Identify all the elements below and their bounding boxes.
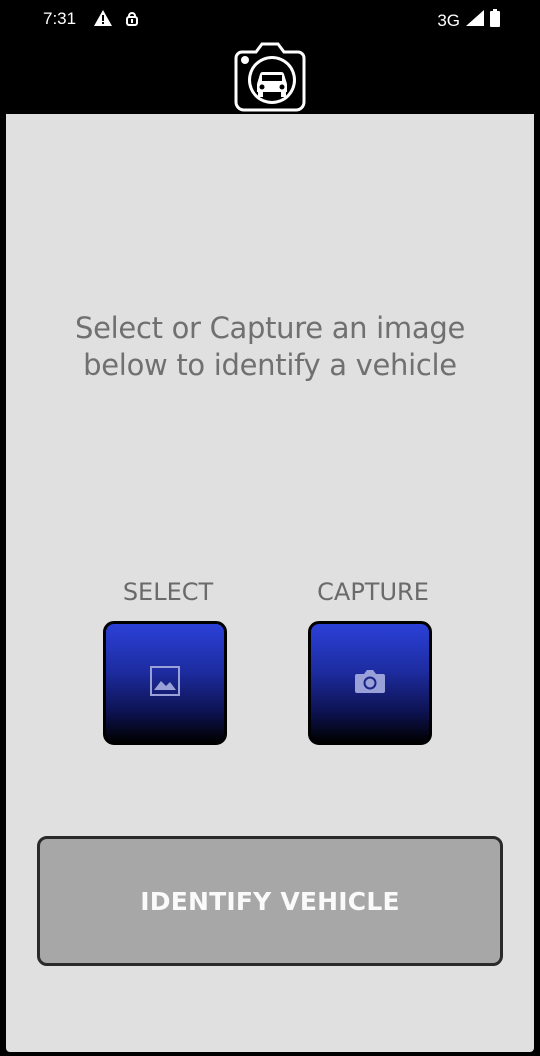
vpn-key-icon (126, 10, 138, 31)
status-bar: 7:31 3G (0, 0, 540, 38)
app-header (6, 38, 534, 114)
capture-image-button[interactable] (308, 621, 432, 745)
select-label: SELECT (122, 578, 214, 606)
instruction-text: Select or Capture an image below to iden… (75, 311, 465, 382)
battery-icon (490, 9, 500, 32)
identify-vehicle-label: IDENTIFY VEHICLE (140, 886, 400, 916)
status-icons-left (94, 10, 138, 31)
identify-vehicle-button[interactable]: IDENTIFY VEHICLE (37, 836, 503, 966)
status-time: 7:31 (43, 9, 77, 28)
signal-icon (466, 10, 484, 31)
capture-label: CAPTURE (317, 578, 429, 606)
phone-screen: 7:31 3G Select or Capture an image below… (0, 0, 540, 1056)
main-content: Select or Capture an image below to iden… (6, 114, 534, 1052)
network-type: 3G (437, 10, 460, 30)
select-image-button[interactable] (103, 621, 227, 745)
image-icon (150, 665, 180, 701)
camera-icon (354, 668, 386, 699)
status-right: 3G (437, 9, 500, 32)
camera-car-logo-icon (232, 38, 308, 114)
warning-icon (94, 10, 112, 31)
